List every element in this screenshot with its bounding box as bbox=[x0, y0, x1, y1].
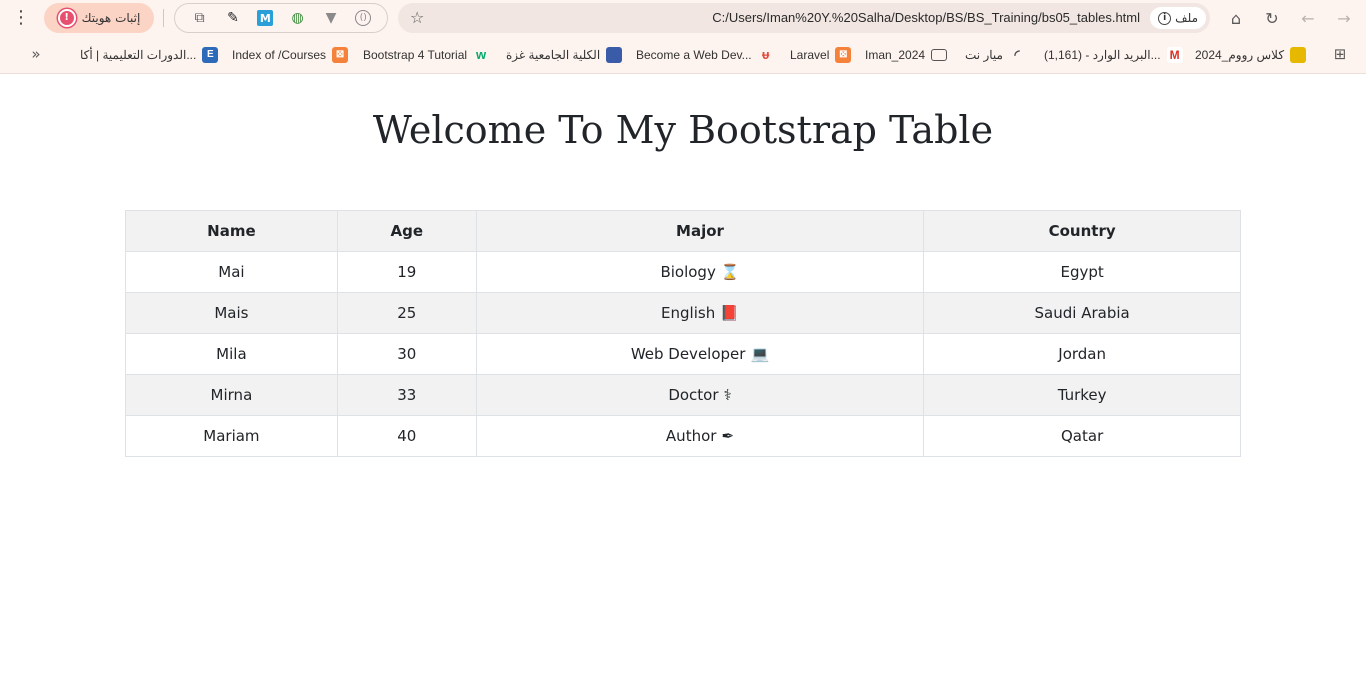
bookmark-laravel[interactable]: Laravel ⊠ bbox=[790, 46, 852, 64]
circle-extension-icon[interactable]: () bbox=[355, 10, 372, 26]
header-major: Major bbox=[475, 210, 925, 252]
address-bar[interactable]: ☆ C:/Users/Iman%20Y.%20Salha/Desktop/BS/… bbox=[398, 3, 1210, 33]
bookmark-label: البريد الوارد - (1,161)... bbox=[1044, 48, 1161, 62]
bookmark-label: Become a Web Dev... bbox=[636, 48, 752, 62]
gmail-icon: M bbox=[1166, 47, 1183, 63]
table-header-row: Name Age Major Country bbox=[125, 210, 1241, 252]
bookmark-index-courses[interactable]: Index of /Courses ⊠ bbox=[232, 46, 349, 64]
cell-name: Mariam bbox=[125, 415, 338, 457]
browser-toolbar: → ← ↻ ⌂ ☆ C:/Users/Iman%20Y.%20Salha/Des… bbox=[0, 0, 1366, 36]
v-extension-icon[interactable]: ▼ bbox=[322, 9, 340, 27]
bookmark-edraak[interactable]: الدورات التعليمية | أكا... E bbox=[80, 46, 219, 64]
address-url[interactable]: C:/Users/Iman%20Y.%20Salha/Desktop/BS/BS… bbox=[712, 10, 1140, 25]
major-label: Biology bbox=[660, 263, 716, 281]
table-row: Mila 30 Web Developer 💻 Jordan bbox=[125, 333, 1241, 375]
dna-icon: ⌛ bbox=[720, 263, 740, 281]
info-icon: i bbox=[1158, 11, 1172, 25]
cell-age: 30 bbox=[336, 333, 477, 375]
profile-label: إثبات هويتك bbox=[81, 11, 141, 25]
cell-country: Qatar bbox=[923, 415, 1241, 457]
college-icon bbox=[606, 47, 623, 63]
header-age: Age bbox=[336, 210, 477, 252]
students-table: Name Age Major Country Mai 19 Biology ⌛ E… bbox=[125, 210, 1241, 457]
cell-name: Mirna bbox=[125, 374, 338, 416]
bookmark-star-icon[interactable]: ☆ bbox=[410, 8, 424, 27]
major-label: Author bbox=[665, 427, 717, 445]
major-label: Web Developer bbox=[630, 345, 746, 363]
edraak-icon: E bbox=[202, 47, 219, 63]
xampp-icon: ⊠ bbox=[332, 47, 349, 63]
bookmark-label: الدورات التعليمية | أكا... bbox=[80, 48, 197, 62]
table-row: Mirna 33 Doctor ⚕ Turkey bbox=[125, 374, 1241, 416]
toolbar-divider bbox=[163, 9, 164, 27]
forward-icon[interactable]: → bbox=[1331, 5, 1357, 31]
wifi-icon: ◜ bbox=[1014, 47, 1020, 62]
classroom-icon bbox=[1290, 47, 1307, 63]
cell-country: Turkey bbox=[923, 374, 1241, 416]
reload-icon[interactable]: ↻ bbox=[1259, 5, 1285, 31]
site-info-label: ملف bbox=[1175, 11, 1198, 25]
bookmark-label: الكلية الجامعية غزة bbox=[506, 48, 601, 62]
bookmark-mayar-net[interactable]: ميار نت ◜ bbox=[965, 46, 1025, 64]
cell-age: 19 bbox=[336, 251, 477, 293]
cell-country: Saudi Arabia bbox=[923, 292, 1241, 334]
table-row: Mariam 40 Author ✒ Qatar bbox=[125, 415, 1241, 457]
puzzle-icon[interactable]: ⧉ bbox=[191, 9, 209, 27]
cell-age: 25 bbox=[336, 292, 477, 334]
back-icon[interactable]: ← bbox=[1295, 5, 1321, 31]
xampp-icon: ⊠ bbox=[835, 47, 852, 63]
cell-country: Jordan bbox=[923, 333, 1241, 375]
home-icon[interactable]: ⌂ bbox=[1223, 5, 1249, 31]
bookmark-gmail[interactable]: البريد الوارد - (1,161)... M bbox=[1044, 46, 1183, 64]
cell-name: Mai bbox=[125, 251, 338, 293]
header-name: Name bbox=[125, 210, 338, 252]
major-label: Doctor bbox=[668, 386, 719, 404]
table-row: Mais 25 English 📕 Saudi Arabia bbox=[125, 292, 1241, 334]
folder-icon bbox=[931, 49, 948, 61]
menu-kebab-icon[interactable]: ⋮ bbox=[12, 7, 30, 29]
page-title: Welcome To My Bootstrap Table bbox=[372, 108, 994, 152]
cell-major: Biology ⌛ bbox=[475, 251, 925, 293]
bookmark-college[interactable]: الكلية الجامعية غزة bbox=[506, 46, 623, 64]
cell-name: Mila bbox=[125, 333, 338, 375]
stethoscope-icon: ⚕ bbox=[723, 386, 732, 404]
w3schools-icon: w bbox=[476, 47, 487, 62]
bookmark-web-dev[interactable]: Become a Web Dev... ᵾ bbox=[636, 46, 774, 64]
eyedropper-icon[interactable]: ✎ bbox=[224, 9, 242, 27]
major-label: English bbox=[661, 304, 716, 322]
header-country: Country bbox=[923, 210, 1241, 252]
bookmark-bootstrap-tutorial[interactable]: Bootstrap 4 Tutorial w bbox=[363, 46, 489, 64]
udemy-icon: ᵾ bbox=[761, 47, 770, 62]
cell-age: 33 bbox=[336, 374, 477, 416]
bookmark-label: Bootstrap 4 Tutorial bbox=[363, 48, 468, 62]
extensions-group: ⧉ ✎ M ◍ ▼ () bbox=[174, 3, 388, 33]
bookmark-classroom[interactable]: كلاس رووم_2024 bbox=[1195, 46, 1307, 64]
bookmark-label: ميار نت bbox=[965, 48, 1003, 62]
cell-major: Doctor ⚕ bbox=[475, 374, 925, 416]
cell-name: Mais bbox=[125, 292, 338, 334]
more-bookmarks-icon[interactable]: » bbox=[23, 41, 49, 67]
bookmark-label: Iman_2024 bbox=[865, 48, 926, 62]
m-extension-icon[interactable]: M bbox=[257, 10, 274, 26]
bookmark-label: كلاس رووم_2024 bbox=[1195, 48, 1285, 62]
cell-major: Author ✒ bbox=[475, 415, 925, 457]
profile-alert-icon: ! bbox=[57, 9, 76, 27]
pen-icon: ✒ bbox=[721, 427, 735, 445]
table-row: Mai 19 Biology ⌛ Egypt bbox=[125, 251, 1241, 293]
bookmarks-bar: ⊞ كلاس رووم_2024 البريد الوارد - (1,161)… bbox=[0, 36, 1366, 74]
laptop-code-icon: 💻 bbox=[750, 345, 770, 363]
bookmark-label: Index of /Courses bbox=[232, 48, 327, 62]
cell-major: English 📕 bbox=[475, 292, 925, 334]
cell-country: Egypt bbox=[923, 251, 1241, 293]
site-info-chip[interactable]: i ملف bbox=[1150, 7, 1206, 29]
bookmark-iman-2024[interactable]: Iman_2024 bbox=[865, 46, 948, 64]
book-icon: 📕 bbox=[720, 304, 739, 322]
cell-major: Web Developer 💻 bbox=[475, 333, 925, 375]
globe-icon[interactable]: ◍ bbox=[289, 9, 307, 27]
cell-age: 40 bbox=[336, 415, 477, 457]
bookmark-label: Laravel bbox=[790, 48, 830, 62]
profile-button[interactable]: ! إثبات هويتك bbox=[44, 3, 154, 33]
apps-grid-icon[interactable]: ⊞ bbox=[1327, 41, 1353, 67]
